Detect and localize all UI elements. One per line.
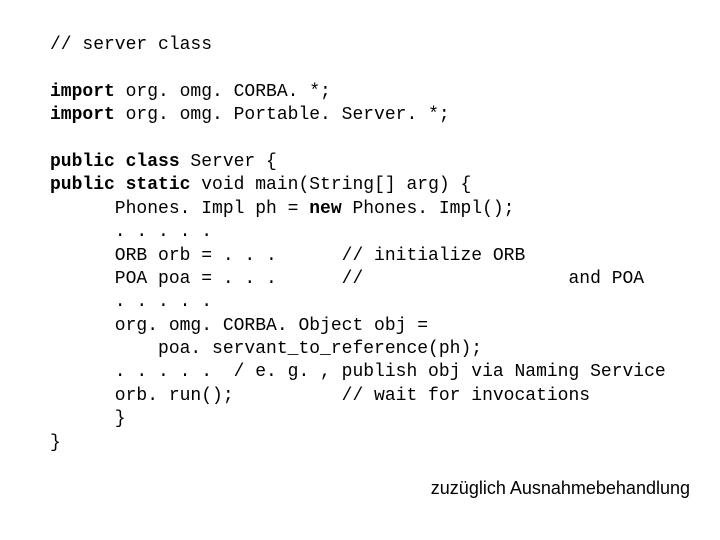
keyword-new: new (309, 199, 341, 219)
line-phones-decl: Phones. Impl ph = (50, 199, 309, 219)
class-decl: Server { (180, 152, 277, 172)
line-ellipsis: . . . . . (50, 222, 212, 242)
comment-line: // server class (50, 35, 212, 55)
line-close-brace: } (50, 433, 61, 453)
keyword-import: import (50, 82, 115, 102)
import-stmt: org. omg. Portable. Server. *; (115, 105, 450, 125)
line-orb: ORB orb = . . . // initialize ORB (50, 246, 525, 266)
line-obj-decl: org. omg. CORBA. Object obj = (50, 316, 428, 336)
line-close-brace: } (50, 409, 126, 429)
footer-note: zuzüglich Ausnahmebehandlung (431, 477, 690, 500)
line-ellipsis: . . . . . (50, 292, 212, 312)
import-stmt: org. omg. CORBA. *; (115, 82, 331, 102)
line-phones-ctor: Phones. Impl(); (342, 199, 515, 219)
keyword-public-static: public static (50, 175, 190, 195)
line-poa: POA poa = . . . // and POA (50, 269, 644, 289)
keyword-public-class: public class (50, 152, 180, 172)
code-block: // server class import org. omg. CORBA. … (0, 0, 720, 455)
line-publish: . . . . . / e. g. , publish obj via Nami… (50, 362, 666, 382)
line-orb-run: orb. run(); // wait for invocations (50, 386, 590, 406)
line-servant-ref: poa. servant_to_reference(ph); (50, 339, 482, 359)
main-sig: void main(String[] arg) { (190, 175, 471, 195)
keyword-import: import (50, 105, 115, 125)
